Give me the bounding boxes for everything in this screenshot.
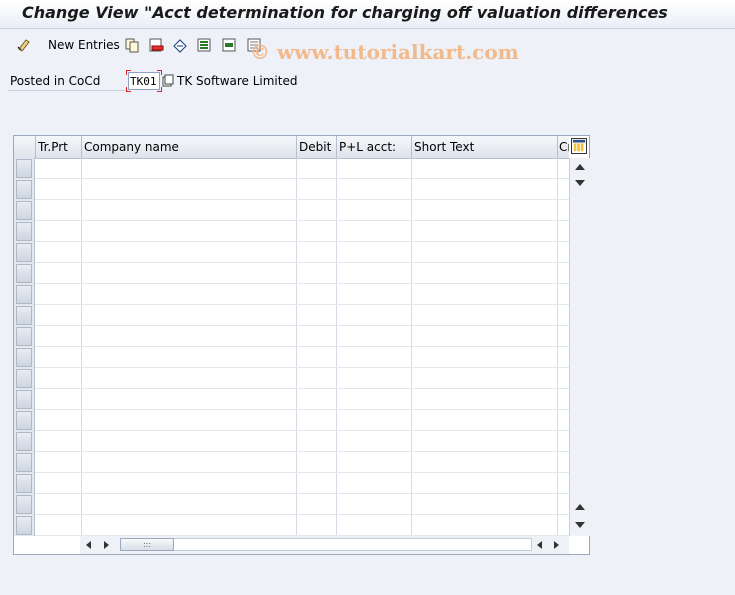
table-body[interactable] — [35, 158, 569, 536]
row-selector[interactable] — [16, 348, 32, 367]
undo-change-button[interactable] — [172, 34, 188, 56]
select-all-icon — [197, 38, 211, 52]
row-selector[interactable] — [16, 495, 32, 514]
header-selector-corner[interactable] — [14, 136, 35, 158]
row-selector-column — [14, 158, 35, 536]
company-code-value: TK01 — [130, 75, 157, 88]
vertical-scrollbar[interactable] — [569, 158, 590, 536]
maintenance-table: Tr.Prt Company name Debit P+L acct: Shor… — [13, 135, 590, 555]
column-header-company-name[interactable]: Company name — [81, 136, 296, 158]
required-marker-bottom-left — [126, 87, 131, 92]
column-divider — [296, 158, 297, 536]
table-row — [35, 367, 569, 368]
window-title: Change View "Acct determination for char… — [22, 3, 668, 22]
table-row — [35, 451, 569, 452]
copy-as-button[interactable] — [124, 34, 140, 56]
horizontal-scrollbar[interactable]: ::: — [80, 536, 569, 554]
table-row — [35, 472, 569, 473]
row-selector[interactable] — [16, 369, 32, 388]
delete-button[interactable] — [148, 34, 164, 56]
select-block-icon — [222, 38, 236, 52]
company-code-input[interactable]: TK01 — [126, 70, 162, 92]
row-selector[interactable] — [16, 306, 32, 325]
application-toolbar: New Entries © www.tutorialkart.com — [0, 29, 735, 64]
company-code-label: Posted in CoCd — [10, 74, 101, 88]
row-selector[interactable] — [16, 243, 32, 262]
table-row — [35, 283, 569, 284]
new-entries-button[interactable]: New Entries — [44, 34, 120, 56]
column-header-debit[interactable]: Debit — [296, 136, 336, 158]
scroll-down-icon[interactable] — [575, 180, 585, 186]
new-entries-label: New Entries — [48, 38, 120, 52]
table-row — [35, 262, 569, 263]
table-row — [35, 325, 569, 326]
row-selector[interactable] — [16, 327, 32, 346]
edit-glasses-icon — [17, 39, 30, 52]
table-header: Tr.Prt Company name Debit P+L acct: Shor… — [14, 136, 569, 159]
value-help-icon[interactable] — [162, 74, 174, 88]
label-underline — [8, 90, 128, 91]
horizontal-scroll-track[interactable] — [120, 538, 532, 551]
row-selector[interactable] — [16, 285, 32, 304]
column-header-pl-acct[interactable]: P+L acct: — [336, 136, 411, 158]
column-divider — [557, 158, 558, 536]
row-selector[interactable] — [16, 201, 32, 220]
company-name-description: TK Software Limited — [177, 74, 298, 88]
column-divider — [411, 158, 412, 536]
row-selector[interactable] — [16, 453, 32, 472]
row-selector[interactable] — [16, 516, 32, 535]
row-selector[interactable] — [16, 264, 32, 283]
horizontal-scroll-thumb[interactable]: ::: — [120, 538, 174, 551]
scroll-page-down-icon[interactable] — [575, 522, 585, 528]
table-row — [35, 409, 569, 410]
select-block-button[interactable] — [221, 34, 237, 56]
scroll-far-right-icon[interactable] — [554, 541, 559, 549]
title-bar: Change View "Acct determination for char… — [0, 0, 735, 29]
required-marker-top-left — [126, 70, 131, 75]
table-row — [35, 493, 569, 494]
table-row — [35, 430, 569, 431]
row-selector[interactable] — [16, 390, 32, 409]
table-settings-icon[interactable] — [571, 138, 587, 154]
column-header-trprt[interactable]: Tr.Prt — [35, 136, 81, 158]
table-row — [35, 220, 569, 221]
delete-icon — [149, 38, 164, 52]
undo-change-icon — [173, 39, 187, 53]
row-selector[interactable] — [16, 180, 32, 199]
table-row — [35, 514, 569, 515]
table-row — [35, 346, 569, 347]
column-header-cr[interactable]: Cr — [557, 136, 569, 158]
column-header-short-text[interactable]: Short Text — [411, 136, 557, 158]
watermark-text: © www.tutorialkart.com — [250, 40, 519, 64]
column-divider — [336, 158, 337, 536]
table-row — [35, 178, 569, 179]
row-selector[interactable] — [16, 222, 32, 241]
scroll-up-icon[interactable] — [575, 164, 585, 170]
display-change-button[interactable] — [16, 34, 32, 56]
table-row — [35, 388, 569, 389]
scroll-far-left-icon[interactable] — [537, 541, 542, 549]
table-row — [35, 199, 569, 200]
row-selector[interactable] — [16, 474, 32, 493]
select-all-button[interactable] — [196, 34, 212, 56]
row-selector[interactable] — [16, 159, 32, 178]
table-row — [35, 304, 569, 305]
row-selector[interactable] — [16, 411, 32, 430]
column-divider — [81, 158, 82, 536]
row-selector[interactable] — [16, 432, 32, 451]
copy-as-icon — [125, 38, 139, 53]
scroll-right-icon[interactable] — [104, 541, 109, 549]
scroll-page-up-icon[interactable] — [575, 504, 585, 510]
table-row — [35, 241, 569, 242]
company-code-field-row: Posted in CoCd TK01 TK Software Limited — [8, 70, 308, 92]
scroll-left-icon[interactable] — [86, 541, 91, 549]
